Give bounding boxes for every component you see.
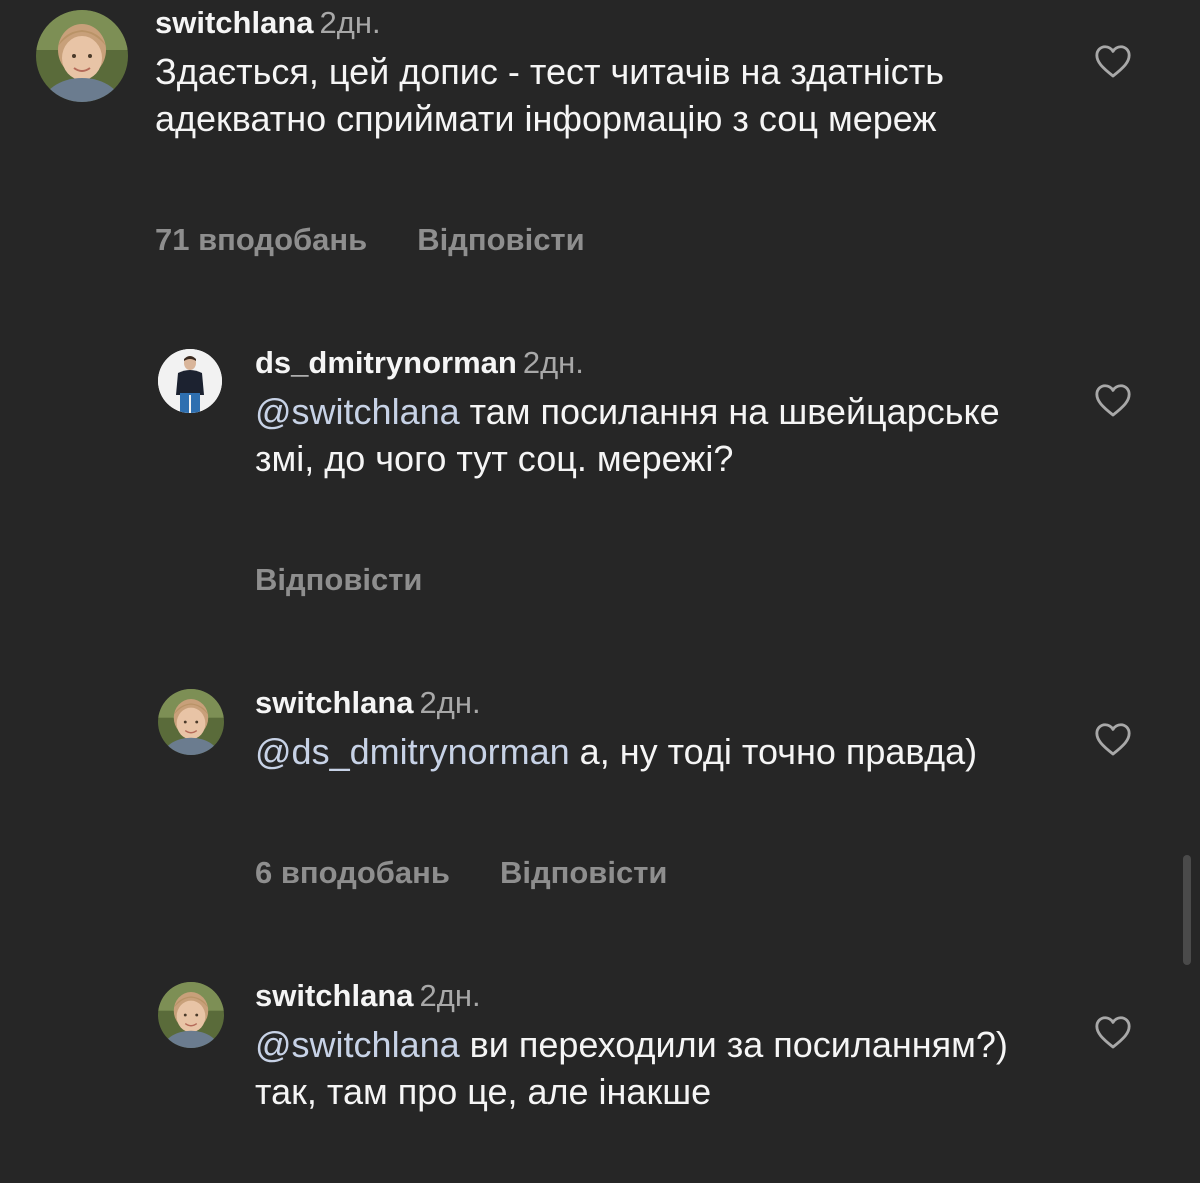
heart-outline-icon[interactable]	[1094, 43, 1132, 79]
likes-count[interactable]: 71 вподобань	[155, 222, 367, 258]
comment-body: switchlana 2дн. @ds_dmitrynorman а, ну то…	[255, 684, 1060, 775]
scrollbar[interactable]	[1183, 855, 1191, 965]
mention-link[interactable]: @switchlana	[255, 1024, 460, 1065]
comment-actions: 71 вподобань Відповісти	[155, 222, 585, 258]
reply-button[interactable]: Відповісти	[417, 222, 585, 258]
username[interactable]: ds_dmitrynorman	[255, 345, 517, 380]
username[interactable]: switchlana	[155, 5, 314, 40]
comment-actions: 6 вподобань Відповісти	[255, 855, 667, 891]
avatar[interactable]	[36, 10, 128, 102]
reply-button[interactable]: Відповісти	[500, 855, 668, 891]
avatar[interactable]	[158, 689, 224, 755]
username[interactable]: switchlana	[255, 685, 414, 720]
comment-body: ds_dmitrynorman 2дн. @switchlana там поси…	[255, 344, 1060, 482]
man-avatar-icon	[158, 349, 222, 413]
heart-outline-icon[interactable]	[1094, 721, 1132, 757]
mention-link[interactable]: @switchlana	[255, 391, 460, 432]
avatar[interactable]	[158, 349, 222, 413]
mention-link[interactable]: @ds_dmitrynorman	[255, 731, 570, 772]
comment-text-content: Здається, цей допис - тест читачів на зд…	[155, 51, 944, 139]
avatar[interactable]	[158, 982, 224, 1048]
reply-button[interactable]: Відповісти	[255, 562, 423, 598]
timestamp: 2дн.	[419, 685, 481, 720]
comment-body: switchlana 2дн. @switchlana ви переходили…	[255, 977, 1060, 1115]
timestamp: 2дн.	[522, 345, 584, 380]
likes-count[interactable]: 6 вподобань	[255, 855, 450, 891]
comment-text: @switchlana там посилання на швейцарське…	[255, 388, 1060, 482]
timestamp: 2дн.	[419, 978, 481, 1013]
woman-avatar-icon	[158, 689, 224, 755]
heart-outline-icon[interactable]	[1094, 1014, 1132, 1050]
woman-avatar-icon	[36, 10, 128, 102]
timestamp: 2дн.	[319, 5, 381, 40]
username[interactable]: switchlana	[255, 978, 414, 1013]
comment-text-content: а, ну тоді точно правда)	[579, 731, 978, 772]
heart-outline-icon[interactable]	[1094, 382, 1132, 418]
woman-avatar-icon	[158, 982, 224, 1048]
comment-actions: Відповісти	[255, 562, 423, 598]
comment-text: @ds_dmitrynorman а, ну тоді точно правда…	[255, 728, 1060, 775]
comment-text: @switchlana ви переходили за посиланням?…	[255, 1021, 1060, 1115]
comment-text: Здається, цей допис - тест читачів на зд…	[155, 48, 1060, 142]
comment-body: switchlana 2дн. Здається, цей допис - тес…	[155, 4, 1060, 142]
